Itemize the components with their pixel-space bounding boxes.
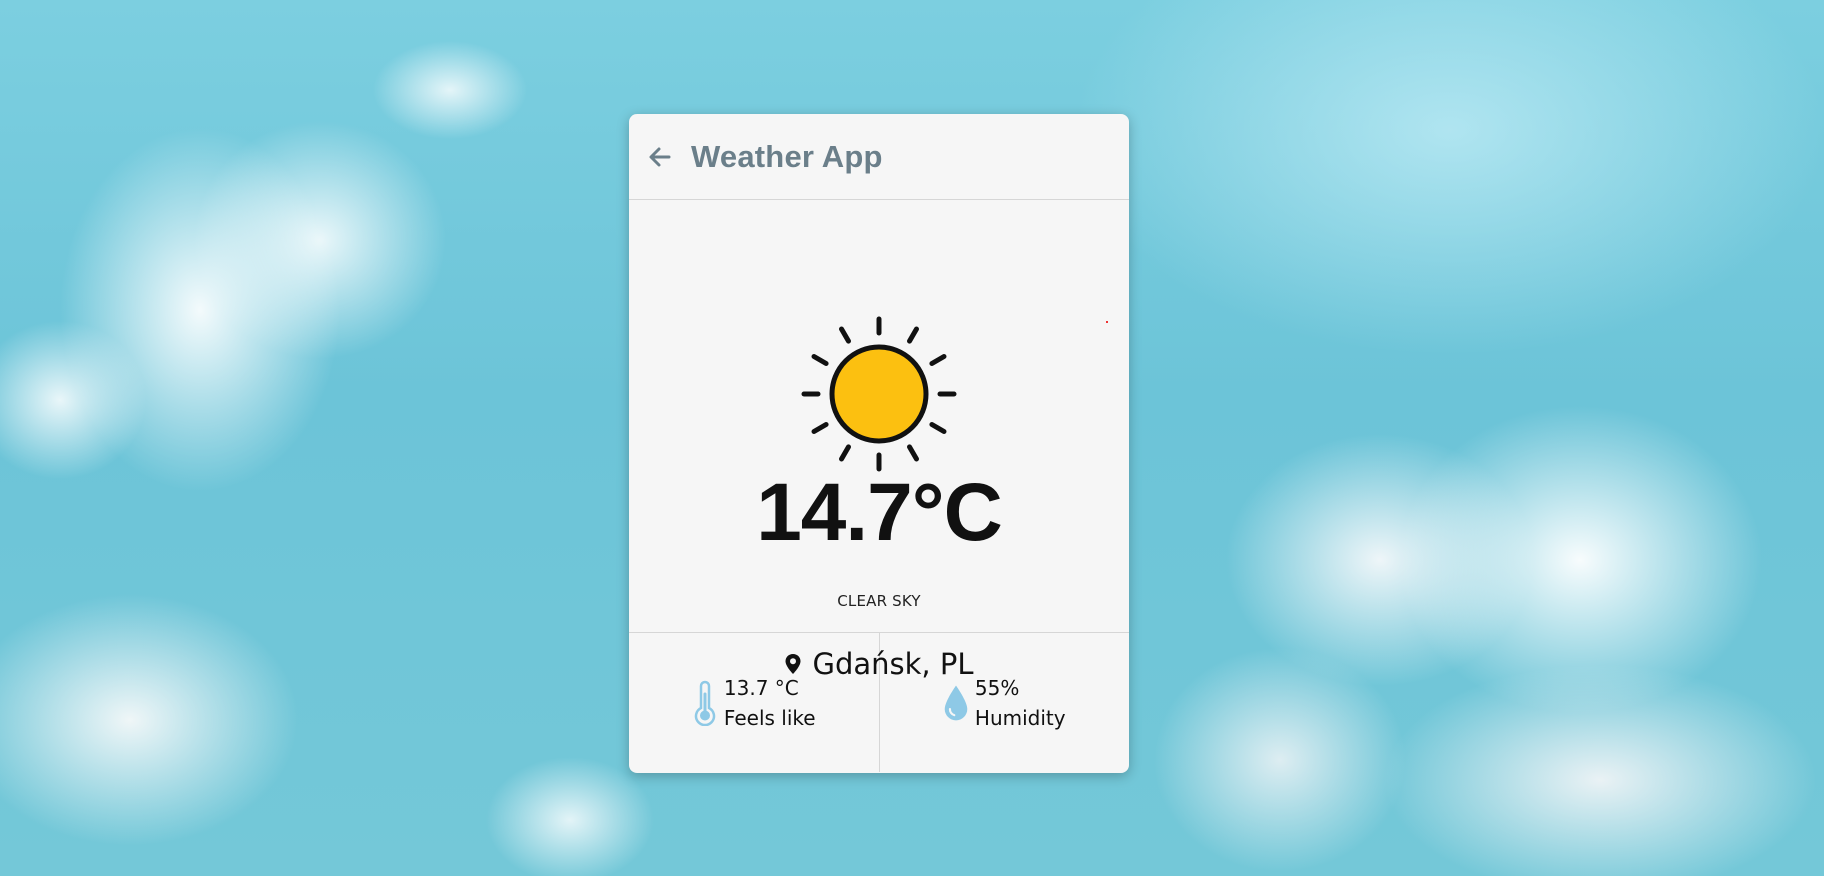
location: Gdańsk, PL [629,647,1129,681]
temperature: 14.7°C [756,467,1003,558]
water-drop-icon [943,680,969,726]
card-header: Weather App [629,114,1129,200]
location-name: Gdańsk, PL [812,647,974,681]
thermometer-icon [692,680,718,726]
marker-dot [1106,321,1108,323]
feels-like-label: Feels like [723,705,816,730]
humidity-label: Humidity [974,705,1066,730]
weather-card: Weather App 14.7°C CLEAR SKY Gdańsk, PL … [629,114,1129,773]
arrow-left-icon[interactable] [647,144,673,170]
sun-icon [800,315,958,473]
app-title: Weather App [691,138,883,174]
map-pin-icon [784,652,804,676]
weather-description: CLEAR SKY [837,592,921,610]
current-weather: 14.7°C CLEAR SKY Gdańsk, PL [629,200,1129,681]
